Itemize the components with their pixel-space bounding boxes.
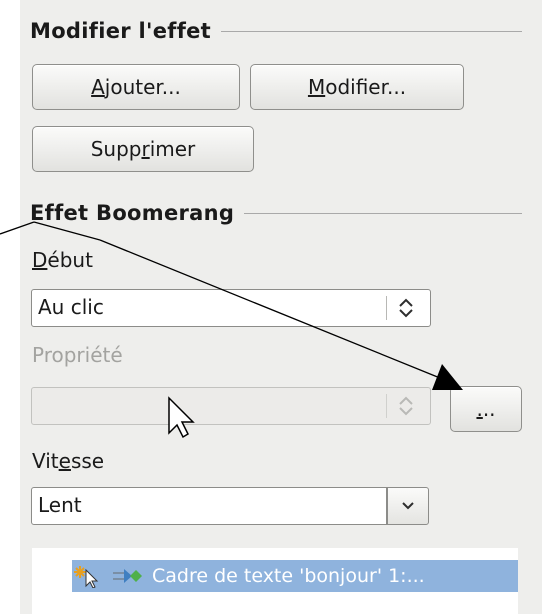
modify-effect-title: Modifier l'effet <box>30 19 212 43</box>
start-value: Au clic <box>38 295 104 319</box>
on-click-icon <box>74 566 99 588</box>
property-options-button-label: ... <box>476 397 496 421</box>
add-effect-button-label: Ajouter... <box>91 75 181 99</box>
effects-list[interactable]: Cadre de texte 'bonjour' 1:... <box>32 548 518 614</box>
modify-effect-header: Modifier l'effet <box>30 16 522 46</box>
spin-separator <box>386 296 387 320</box>
modify-effect-button-label: Modifier... <box>307 75 407 99</box>
effect-section-header: Effet Boomerang <box>30 198 522 228</box>
property-label: Propriété <box>32 343 123 367</box>
property-select <box>31 387 431 425</box>
effect-arrow-icon <box>113 569 142 583</box>
speed-label: Vitesse <box>32 449 105 473</box>
effect-section-title: Effet Boomerang <box>30 201 235 225</box>
spin-up-down-icon[interactable] <box>394 296 418 320</box>
property-options-button[interactable]: ... <box>450 386 522 432</box>
add-effect-button[interactable]: Ajouter... <box>32 64 240 110</box>
delete-effect-button-label: Supprimer <box>90 137 196 161</box>
chevron-down-icon <box>402 502 414 510</box>
speed-field[interactable]: Lent <box>31 487 387 525</box>
list-item[interactable]: Cadre de texte 'bonjour' 1:... <box>72 560 518 592</box>
section-divider <box>221 30 522 32</box>
list-item-label: Cadre de texte 'bonjour' 1:... <box>152 565 425 587</box>
speed-value: Lent <box>38 493 82 517</box>
spin-separator <box>386 394 387 418</box>
speed-dropdown-button[interactable] <box>387 487 429 525</box>
modify-effect-button[interactable]: Modifier... <box>250 64 464 110</box>
delete-effect-button[interactable]: Supprimer <box>32 126 254 172</box>
section-divider <box>244 212 522 214</box>
spin-up-down-icon <box>399 396 413 416</box>
start-select[interactable]: Au clic <box>31 289 431 327</box>
start-label: Début <box>32 248 93 272</box>
speed-combobox[interactable]: Lent <box>31 487 429 525</box>
